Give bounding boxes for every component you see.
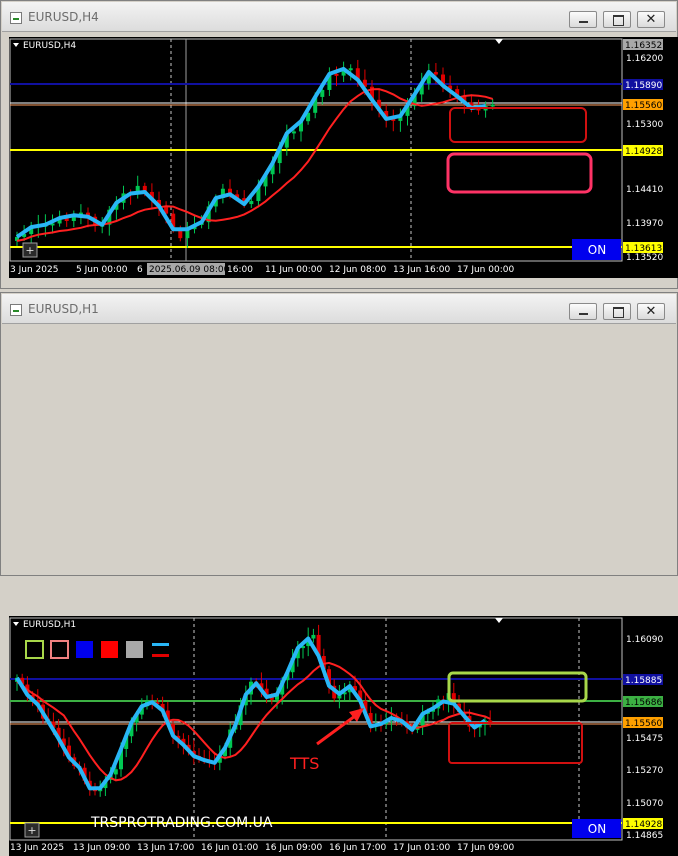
time-label: 16 Jun 09:00 — [265, 843, 322, 853]
time-axis: 3 Jun 2025 5 Jun 00:00 6 2025.06.09 08:0… — [10, 263, 514, 275]
time-axis: 13 Jun 2025 13 Jun 09:00 13 Jun 17:00 16… — [10, 843, 514, 853]
price-label: 1.16090 — [626, 635, 663, 645]
price-label: 1.13520 — [626, 253, 663, 263]
symbol-label: EURUSD,H4 — [23, 41, 76, 51]
price-label: 1.15686 — [625, 698, 662, 708]
chart-shift-marker-icon[interactable] — [495, 39, 503, 44]
buy-zone-box[interactable] — [447, 671, 588, 703]
price-label: 1.14865 — [626, 831, 663, 841]
on-button-label: ON — [588, 822, 606, 836]
time-label: 17 Jun 00:00 — [457, 265, 514, 275]
maximize-button[interactable] — [603, 11, 631, 28]
symbol-arrow-icon — [13, 43, 19, 47]
candle-body — [334, 73, 339, 76]
time-label: 13 Jun 09:00 — [73, 843, 130, 853]
time-tooltip-label: 2025.06.09 08:00 — [149, 265, 230, 275]
window-title: EURUSD,H1 — [28, 302, 99, 316]
price-label: 1.15475 — [626, 734, 663, 744]
price-chart[interactable]: TTS TRSPROTRADING.COM.UA ON EURUSD,H1 + — [9, 616, 678, 856]
candle-body — [348, 68, 353, 71]
crosshair-plus-icon: + — [25, 244, 34, 257]
price-label: 1.15885 — [625, 676, 662, 686]
candlestick-series — [15, 59, 495, 248]
price-label: 1.15270 — [626, 766, 663, 776]
price-label: 1.15070 — [626, 799, 663, 809]
time-label: 17 Jun 09:00 — [457, 843, 514, 853]
minimize-button[interactable] — [569, 303, 597, 320]
window-title: EURUSD,H4 — [28, 10, 99, 24]
swatch-red-outline[interactable] — [50, 640, 69, 659]
price-label: 1.13970 — [626, 219, 663, 229]
close-button[interactable]: ✕ — [637, 303, 665, 320]
price-label: 1.15560 — [625, 101, 662, 111]
minimize-button[interactable] — [569, 11, 597, 28]
chart-window-h1[interactable]: EURUSD,H1 ✕ TTS TRSPROTRADING.COM.UA ON … — [0, 292, 678, 856]
candle-body — [249, 201, 254, 205]
price-label: 1.14410 — [626, 185, 663, 195]
symbol-label: EURUSD,H1 — [23, 620, 76, 630]
time-label: 12 Jun 08:00 — [329, 265, 386, 275]
window-titlebar[interactable]: EURUSD,H4 ✕ — [2, 2, 676, 32]
candle-body — [490, 104, 495, 107]
time-label: 3 Jun 2025 — [10, 265, 58, 275]
candle-body — [433, 72, 438, 75]
chart-window-h4[interactable]: EURUSD,H4 ✕ ON EURUSD,H4 + 1.16352 1.162… — [0, 0, 678, 289]
swatch-red[interactable] — [101, 641, 118, 658]
chart-canvas[interactable]: TTS TRSPROTRADING.COM.UA ON EURUSD,H1 + — [9, 616, 678, 856]
time-label: 6 — [137, 265, 143, 275]
target-zone-box[interactable] — [446, 152, 593, 194]
time-label: 16 Jun 17:00 — [329, 843, 386, 853]
candle-body — [291, 131, 296, 134]
price-label: 1.14928 — [625, 147, 662, 157]
color-toolbar[interactable] — [25, 640, 169, 659]
price-axis: 1.16352 1.16200 1.15890 1.15560 1.15300 … — [623, 39, 663, 263]
chart-canvas[interactable]: ON EURUSD,H4 + 1.16352 1.16200 1.15890 1… — [9, 37, 678, 278]
time-label: 11 Jun 00:00 — [265, 265, 322, 275]
time-label: 5 Jun 00:00 — [76, 265, 128, 275]
time-label: 13 Jun 17:00 — [137, 843, 194, 853]
price-label: 1.15300 — [626, 120, 663, 130]
supply-zone-box[interactable] — [449, 107, 587, 143]
annotation-arrow — [316, 714, 356, 746]
chart-shift-marker-icon[interactable] — [495, 618, 503, 623]
watermark-text: TRSPROTRADING.COM.UA — [90, 815, 273, 831]
symbol-arrow-icon — [13, 622, 19, 626]
crosshair-plus-icon: + — [27, 824, 36, 837]
annotation-label: TTS — [289, 754, 319, 773]
wave-indicator-line — [15, 636, 487, 791]
time-label: 17 Jun 01:00 — [393, 843, 450, 853]
swatch-gray[interactable] — [126, 641, 143, 658]
swatch-line-red[interactable] — [152, 654, 169, 657]
swatch-blue[interactable] — [76, 641, 93, 658]
price-label: 1.16352 — [625, 41, 662, 51]
chart-window-icon — [10, 304, 22, 316]
price-label: 1.15890 — [625, 81, 662, 91]
price-chart[interactable]: ON EURUSD,H4 + 1.16352 1.16200 1.15890 1… — [9, 37, 678, 278]
time-label: 16 Jun 01:00 — [201, 843, 258, 853]
price-label: 1.15560 — [625, 719, 662, 729]
candle-body — [311, 634, 316, 639]
swatch-green-outline[interactable] — [25, 640, 44, 659]
maximize-button[interactable] — [603, 303, 631, 320]
swatch-line-blue[interactable] — [152, 643, 169, 646]
on-button-label: ON — [588, 243, 606, 257]
price-axis: 1.16090 1.15885 1.15686 1.15560 1.15475 … — [623, 635, 663, 841]
chart-window-icon — [10, 12, 22, 24]
close-button[interactable]: ✕ — [637, 11, 665, 28]
price-label: 1.14928 — [625, 820, 662, 830]
time-label: 16:00 — [227, 265, 253, 275]
price-label: 1.16200 — [626, 54, 663, 64]
time-label: 13 Jun 2025 — [10, 843, 64, 853]
time-label: 13 Jun 16:00 — [393, 265, 450, 275]
window-titlebar[interactable]: EURUSD,H1 ✕ — [2, 294, 676, 324]
